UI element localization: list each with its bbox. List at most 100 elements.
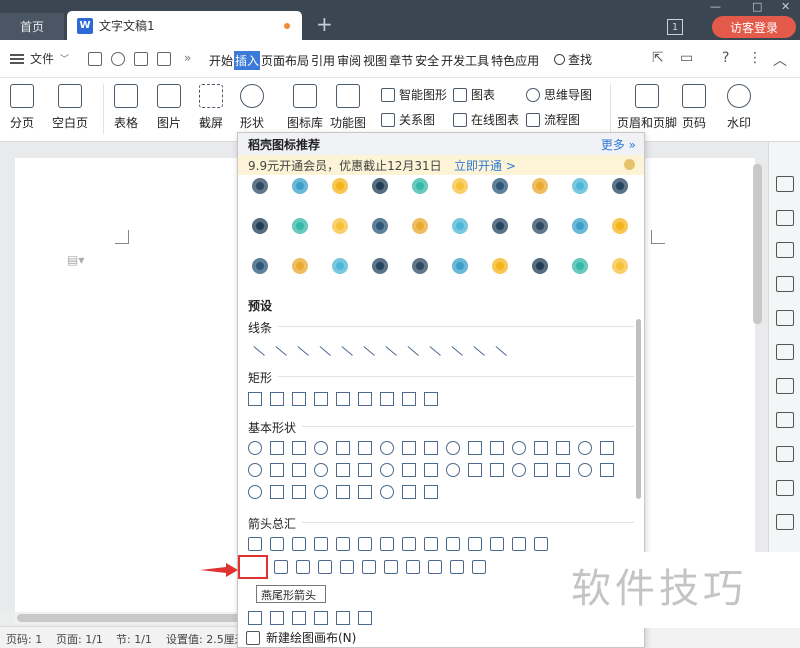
recommended-icon[interactable]	[372, 258, 388, 274]
basic-shape[interactable]	[336, 441, 350, 455]
help-icon[interactable]: ?	[722, 50, 729, 66]
basic-shape[interactable]	[270, 441, 284, 455]
print-icon[interactable]	[134, 52, 148, 66]
basic-shape[interactable]	[314, 463, 328, 477]
watermark-button[interactable]: 水印	[727, 84, 751, 131]
picture-icon[interactable]	[776, 514, 794, 530]
line-shape[interactable]	[377, 346, 397, 366]
arrow-shape[interactable]	[336, 537, 350, 551]
recommended-icon[interactable]	[292, 178, 308, 194]
basic-shape[interactable]	[358, 463, 372, 477]
menu-item[interactable]: 章节	[388, 51, 414, 70]
recommended-icon[interactable]	[612, 258, 628, 274]
paragraph-icon[interactable]: ▤▾	[67, 253, 84, 267]
recommended-icon[interactable]	[252, 178, 268, 194]
recommended-icon[interactable]	[572, 258, 588, 274]
arrow-shape[interactable]	[512, 537, 526, 551]
basic-shape[interactable]	[314, 441, 328, 455]
recommended-icon[interactable]	[492, 258, 508, 274]
close-promo-icon[interactable]	[624, 159, 635, 170]
menu-item[interactable]: 开发工具	[440, 51, 490, 70]
recommended-icon[interactable]	[612, 218, 628, 234]
rect-shape[interactable]	[270, 392, 284, 406]
basic-shape[interactable]	[512, 463, 526, 477]
basic-shape[interactable]	[424, 463, 438, 477]
formula-shape[interactable]	[336, 611, 350, 625]
line-shape[interactable]	[245, 346, 265, 366]
formula-shape[interactable]	[292, 611, 306, 625]
rect-shape[interactable]	[402, 392, 416, 406]
select-icon[interactable]	[776, 210, 794, 226]
rect-shape[interactable]	[292, 392, 306, 406]
vertical-scrollbar[interactable]	[753, 164, 762, 324]
menu-item[interactable]: 审阅	[336, 51, 362, 70]
icon-library-button[interactable]: 图标库	[287, 84, 323, 131]
recommended-icon[interactable]	[532, 178, 548, 194]
recommended-icon[interactable]	[372, 218, 388, 234]
basic-shape[interactable]	[358, 441, 372, 455]
tab-home[interactable]: 首页	[0, 13, 64, 40]
new-canvas-button[interactable]: 新建绘图画布(N)	[246, 629, 356, 646]
save-icon[interactable]	[88, 52, 102, 66]
arrow-shape[interactable]	[446, 537, 460, 551]
basic-shape[interactable]	[402, 441, 416, 455]
recommended-icon[interactable]	[412, 178, 428, 194]
menu-item[interactable]: 特色应用	[490, 51, 540, 70]
arrow-shape[interactable]	[406, 560, 420, 574]
recommended-icon[interactable]	[292, 218, 308, 234]
arrow-shape[interactable]	[340, 560, 354, 574]
basic-shape[interactable]	[314, 485, 328, 499]
minimize-icon[interactable]: —	[710, 0, 721, 13]
menu-item[interactable]: 视图	[362, 51, 388, 70]
window-count-badge[interactable]: 1	[667, 19, 683, 35]
close-icon[interactable]: ✕	[781, 0, 790, 13]
more-chevron-icon[interactable]: »	[184, 51, 191, 65]
page-number-button[interactable]: 页码	[682, 84, 706, 131]
share-icon[interactable]: ⇱	[652, 50, 664, 66]
rect-shape[interactable]	[380, 392, 394, 406]
basic-shape[interactable]	[336, 463, 350, 477]
recommended-icon[interactable]	[292, 258, 308, 274]
archive-icon[interactable]	[776, 480, 794, 496]
recommended-icon[interactable]	[492, 218, 508, 234]
arrow-shape[interactable]	[450, 560, 464, 574]
line-shape[interactable]	[443, 346, 463, 366]
recommended-icon[interactable]	[332, 218, 348, 234]
table-style-icon[interactable]	[776, 310, 794, 326]
arrow-shape[interactable]	[292, 537, 306, 551]
basic-shape[interactable]	[380, 463, 394, 477]
basic-shape[interactable]	[600, 441, 614, 455]
line-shape[interactable]	[399, 346, 419, 366]
arrow-shape[interactable]	[424, 537, 438, 551]
rect-shape[interactable]	[336, 392, 350, 406]
basic-shape[interactable]	[424, 485, 438, 499]
share-icon[interactable]	[776, 412, 794, 428]
notched-arrow-selected[interactable]	[238, 555, 268, 579]
recommended-icon[interactable]	[452, 218, 468, 234]
basic-shape[interactable]	[490, 441, 504, 455]
basic-shape[interactable]	[380, 485, 394, 499]
rect-shape[interactable]	[314, 392, 328, 406]
basic-shape[interactable]	[512, 441, 526, 455]
menu-item[interactable]: 安全	[414, 51, 440, 70]
function-chart-button[interactable]: 功能图	[330, 84, 366, 131]
formula-shape[interactable]	[358, 611, 372, 625]
basic-shape[interactable]	[248, 441, 262, 455]
recommended-icon[interactable]	[372, 178, 388, 194]
basic-shape[interactable]	[446, 441, 460, 455]
basic-shape[interactable]	[490, 463, 504, 477]
basic-shape[interactable]	[292, 441, 306, 455]
more-icon[interactable]: ⋮	[748, 50, 762, 66]
basic-shape[interactable]	[336, 485, 350, 499]
recommended-icon[interactable]	[332, 258, 348, 274]
collaborate-icon[interactable]: ▭	[680, 50, 693, 66]
maximize-icon[interactable]: □	[752, 0, 762, 13]
arrow-shape[interactable]	[274, 560, 288, 574]
print-preview-icon[interactable]	[157, 52, 171, 66]
shape-style-icon[interactable]	[776, 242, 794, 258]
basic-shape[interactable]	[600, 463, 614, 477]
basic-shape[interactable]	[248, 463, 262, 477]
recommended-icon[interactable]	[412, 218, 428, 234]
login-button[interactable]: 访客登录	[712, 16, 796, 38]
menu-item-insert[interactable]: 插入	[234, 51, 261, 70]
